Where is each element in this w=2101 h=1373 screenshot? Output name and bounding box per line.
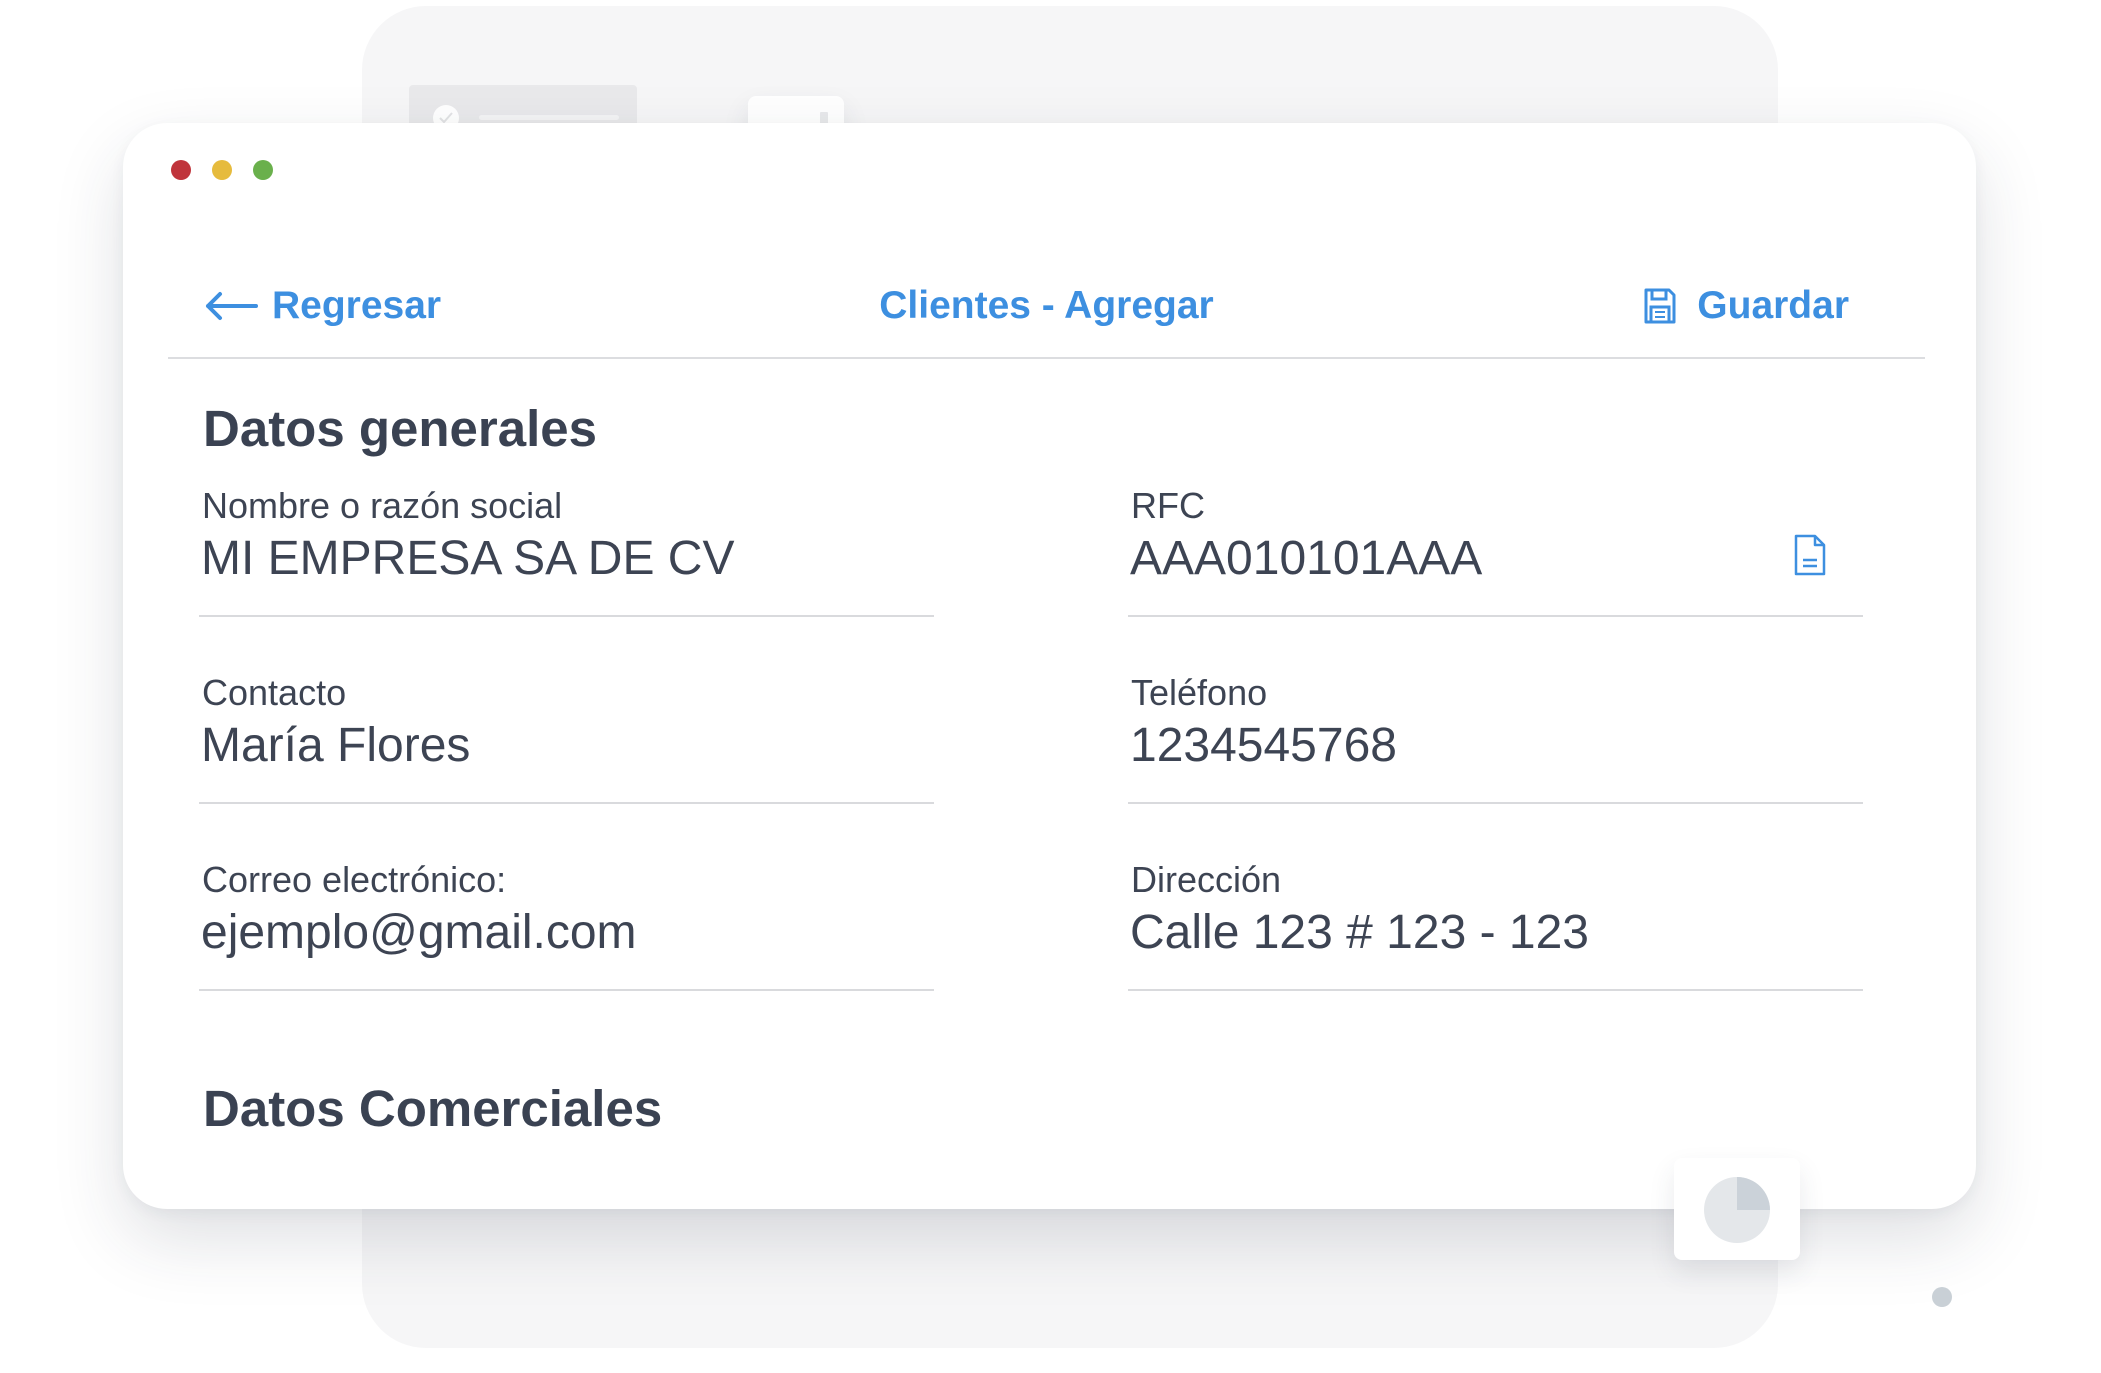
field-contacto-value[interactable]: María Flores [201, 718, 470, 773]
field-telefono-label: Teléfono [1131, 672, 1268, 713]
field-contacto[interactable]: Contacto María Flores [199, 672, 934, 804]
window-maximize-dot[interactable] [253, 160, 273, 180]
field-correo-value[interactable]: ejemplo@gmail.com [201, 905, 637, 960]
field-correo[interactable]: Correo electrónico: ejemplo@gmail.com [199, 859, 934, 991]
field-nombre-label: Nombre o razón social [202, 485, 563, 526]
section-title-commercial: Datos Comerciales [203, 1080, 663, 1137]
field-rfc-label: RFC [1131, 485, 1205, 526]
document-icon[interactable] [1793, 533, 1827, 577]
section-title-general: Datos generales [203, 400, 598, 457]
save-button-label: Guardar [1697, 284, 1849, 327]
field-contacto-label: Contacto [202, 672, 347, 713]
pie-chart-icon [1704, 1177, 1770, 1243]
field-nombre[interactable]: Nombre o razón social MI EMPRESA SA DE C… [199, 485, 934, 617]
field-rfc-value[interactable]: AAA010101AAA [1130, 531, 1482, 586]
field-telefono-value[interactable]: 1234545768 [1130, 718, 1397, 773]
app-window: Regresar Clientes - Agregar Guardar Dato… [123, 123, 1976, 1209]
decorative-line [479, 115, 619, 120]
field-direccion-value[interactable]: Calle 123 # 123 - 123 [1130, 905, 1589, 960]
decorative-pie-card [1674, 1158, 1800, 1260]
field-nombre-value[interactable]: MI EMPRESA SA DE CV [201, 531, 734, 586]
field-rfc[interactable]: RFC AAA010101AAA [1128, 485, 1863, 617]
floppy-disk-icon [1644, 288, 1676, 324]
field-correo-label: Correo electrónico: [202, 859, 507, 900]
field-telefono[interactable]: Teléfono 1234545768 [1128, 672, 1863, 804]
field-direccion[interactable]: Dirección Calle 123 # 123 - 123 [1128, 859, 1863, 991]
decorative-dot [1932, 1287, 1952, 1307]
illustration-stage: Regresar Clientes - Agregar Guardar Dato… [0, 0, 2101, 1373]
window-minimize-dot[interactable] [212, 160, 232, 180]
field-direccion-label: Dirección [1131, 859, 1282, 900]
page-header: Regresar Clientes - Agregar Guardar [168, 273, 1925, 359]
save-button[interactable]: Guardar [1643, 281, 1849, 331]
window-close-dot[interactable] [171, 160, 191, 180]
